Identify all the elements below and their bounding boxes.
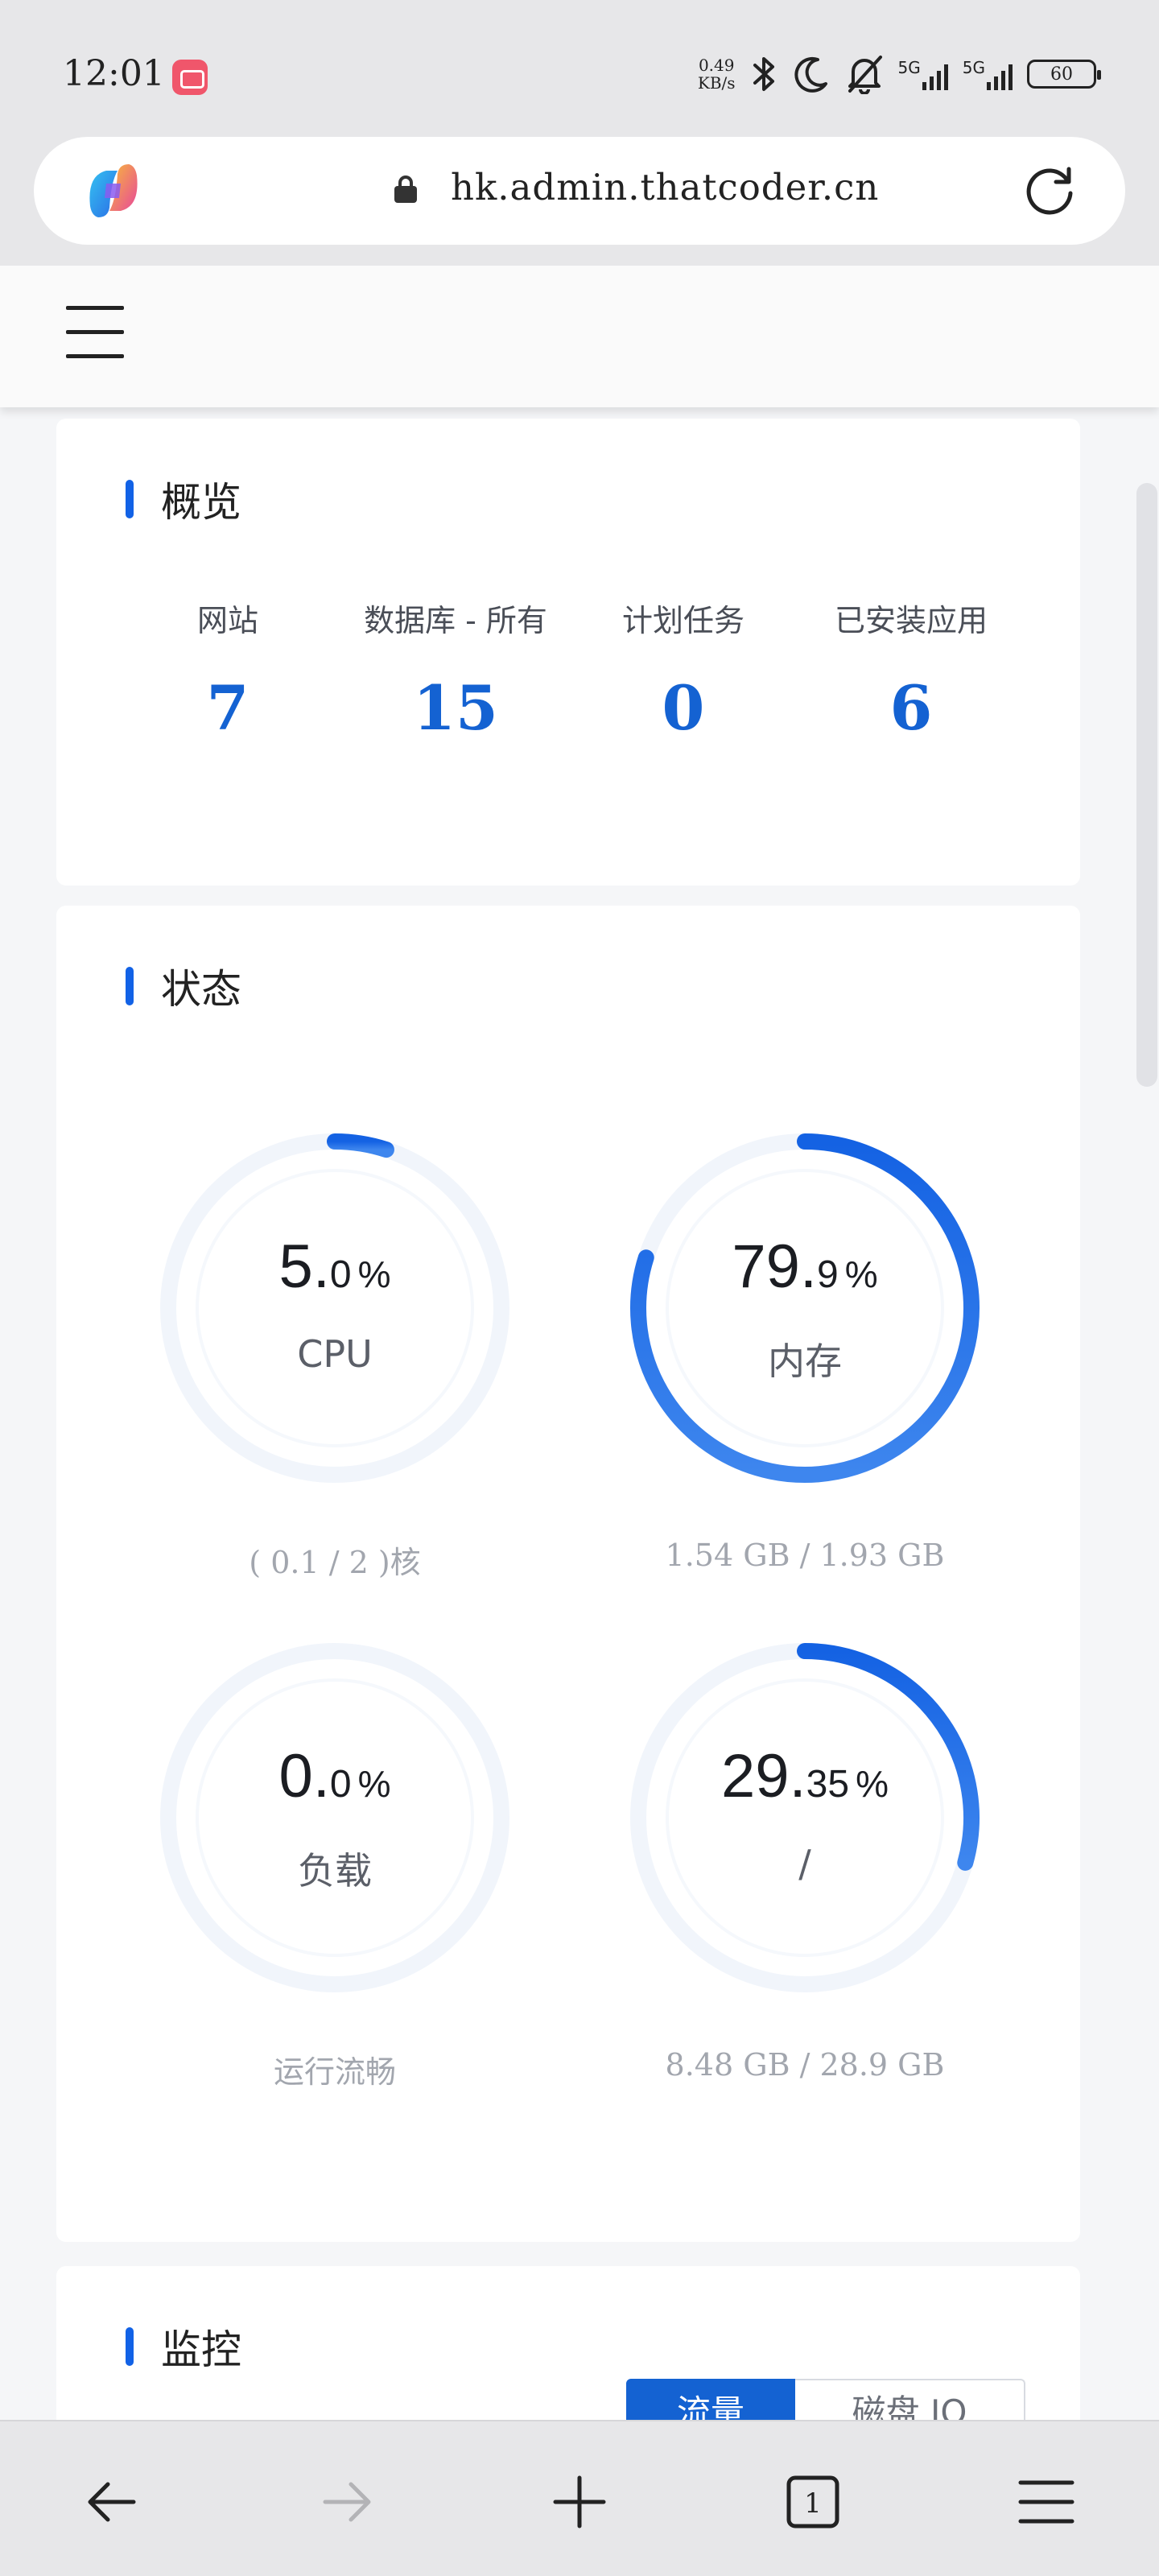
overview-item-cron-jobs[interactable]: 计划任务 0 <box>563 596 804 744</box>
net-speed-unit: KB/s <box>697 73 736 93</box>
overview-title-text: 概览 <box>161 479 241 526</box>
tabs-count-icon[interactable]: 1 <box>781 2470 845 2534</box>
gauge-label: / <box>798 1842 811 1885</box>
memory-gauge: 79.9% 内存 <box>620 1123 990 1493</box>
memory-usage: 1.54 GB / 1.93 GB <box>665 1538 945 1573</box>
gauge-label: CPU <box>297 1332 373 1376</box>
gauge-arc <box>327 1133 394 1158</box>
signal-icon: 5G <box>898 58 948 90</box>
overview-item-websites[interactable]: 网站 7 <box>107 596 349 744</box>
browser-menu-icon[interactable] <box>1014 2470 1079 2534</box>
bluetooth-icon <box>753 57 774 91</box>
status-icons: 0.49 KB/s 5G 5G 60 <box>698 50 1101 98</box>
bell-off-icon <box>848 56 882 94</box>
notification-app-icon <box>172 60 208 95</box>
monitor-card: 监控 流量 磁盘 IO <box>56 2266 1080 2420</box>
gauge-ring <box>160 1643 509 1992</box>
overview-card: 概览 网站 7 数据库 - 所有 15 计划任务 0 已安装应用 6 <box>56 419 1080 886</box>
signal-icon: 5G <box>963 58 1013 90</box>
cpu-cores: ( 0.1 / 2 )核 <box>249 1545 421 1580</box>
gauge-value-int: 29. <box>721 1742 806 1810</box>
lock-icon <box>394 175 417 203</box>
web-page: 概览 网站 7 数据库 - 所有 15 计划任务 0 已安装应用 6 状态 5.… <box>0 266 1159 2420</box>
status-time: 12:01 <box>63 53 165 94</box>
gauge-track <box>160 1643 509 1992</box>
battery-level: 60 <box>1050 64 1073 85</box>
load-gauge: 0.0% 负载 <box>150 1633 520 2003</box>
overview-value: 7 <box>206 672 250 744</box>
disk-gauge: 29.35% / <box>620 1633 990 2003</box>
address-bar[interactable]: hk.admin.thatcoder.cn <box>34 137 1125 245</box>
gauge-value: 0.0% <box>150 1741 520 1811</box>
forward-arrow-icon[interactable] <box>314 2470 378 2534</box>
gauge-ring <box>160 1133 509 1483</box>
page-scrollbar[interactable] <box>1136 483 1157 1087</box>
gauge-value-unit: % <box>856 1763 889 1805</box>
overview-title: 概览 <box>126 475 241 526</box>
status-card: 状态 5.0% CPU 79.9% 内存 0.0% 负载 29.35% / ( 0.1 … <box>56 906 1080 2242</box>
gauge-value: 5.0% <box>150 1232 520 1302</box>
monitor-tabs: 流量 磁盘 IO <box>626 2379 1025 2420</box>
gauge-ring <box>630 1133 980 1483</box>
new-tab-plus-icon[interactable] <box>547 2470 612 2534</box>
gauge-inner-ring <box>666 1169 944 1447</box>
overview-value: 15 <box>413 672 498 744</box>
gauge-value-int: 5. <box>278 1232 330 1301</box>
disk-usage: 8.48 GB / 28.9 GB <box>665 2047 945 2083</box>
cpu-gauge: 5.0% CPU <box>150 1123 520 1493</box>
gauge-value-decimal: 0 <box>329 1763 352 1806</box>
net-speed: 0.49 KB/s <box>698 56 736 92</box>
browser-bottom-nav: 1 <box>0 2420 1159 2576</box>
overview-item-databases[interactable]: 数据库 - 所有 15 <box>335 596 576 744</box>
gauge-value: 29.35% <box>620 1741 990 1811</box>
gauge-value-int: 0. <box>278 1742 330 1810</box>
app-header <box>0 266 1159 407</box>
gauge-label: 负载 <box>298 1849 372 1893</box>
overview-value: 0 <box>662 672 705 744</box>
gauge-value-decimal: 35 <box>806 1763 850 1806</box>
moon-icon <box>794 56 827 93</box>
overview-item-installed-apps[interactable]: 已安装应用 6 <box>790 596 1032 744</box>
gauge-value-decimal: 0 <box>329 1253 352 1296</box>
gauge-value-unit: % <box>844 1253 878 1295</box>
status-bar: 12:01 0.49 KB/s 5G 5G 60 <box>0 0 1159 135</box>
gauge-inner-ring <box>666 1678 944 1957</box>
overview-label: 计划任务 <box>621 603 744 638</box>
gauge-inner-ring <box>196 1169 474 1447</box>
back-arrow-icon[interactable] <box>80 2470 145 2534</box>
net-speed-value: 0.49 <box>698 56 735 75</box>
monitor-title: 监控 <box>126 2322 241 2373</box>
copilot-icon[interactable] <box>82 159 145 222</box>
gauge-value: 79.9% <box>620 1232 990 1302</box>
gauge-track <box>160 1133 509 1483</box>
reload-icon[interactable] <box>1024 164 1077 217</box>
gauge-value-int: 79. <box>732 1232 818 1301</box>
overview-label: 已安装应用 <box>834 603 988 638</box>
tab-traffic[interactable]: 流量 <box>626 2379 795 2420</box>
gauge-inner-ring <box>196 1678 474 1957</box>
signal-1-label: 5G <box>897 58 921 77</box>
gauge-value-decimal: 9 <box>817 1253 839 1296</box>
signal-2-label: 5G <box>962 58 985 77</box>
monitor-title-text: 监控 <box>161 2326 241 2373</box>
overview-value: 6 <box>889 672 933 744</box>
load-status: 运行流畅 <box>273 2054 396 2090</box>
hamburger-menu-icon[interactable] <box>66 306 124 361</box>
gauge-value-unit: % <box>357 1253 391 1295</box>
status-title: 状态 <box>126 962 241 1013</box>
overview-label: 网站 <box>196 603 258 638</box>
svg-text:1: 1 <box>804 2487 822 2520</box>
gauge-ring <box>630 1643 980 1992</box>
status-title-text: 状态 <box>161 966 241 1013</box>
battery-icon: 60 <box>1027 60 1101 89</box>
overview-label: 数据库 - 所有 <box>364 603 547 638</box>
tab-disk-io[interactable]: 磁盘 IO <box>795 2379 1025 2420</box>
gauge-label: 内存 <box>768 1340 842 1383</box>
url-text[interactable]: hk.admin.thatcoder.cn <box>451 166 879 208</box>
gauge-value-unit: % <box>357 1763 391 1805</box>
